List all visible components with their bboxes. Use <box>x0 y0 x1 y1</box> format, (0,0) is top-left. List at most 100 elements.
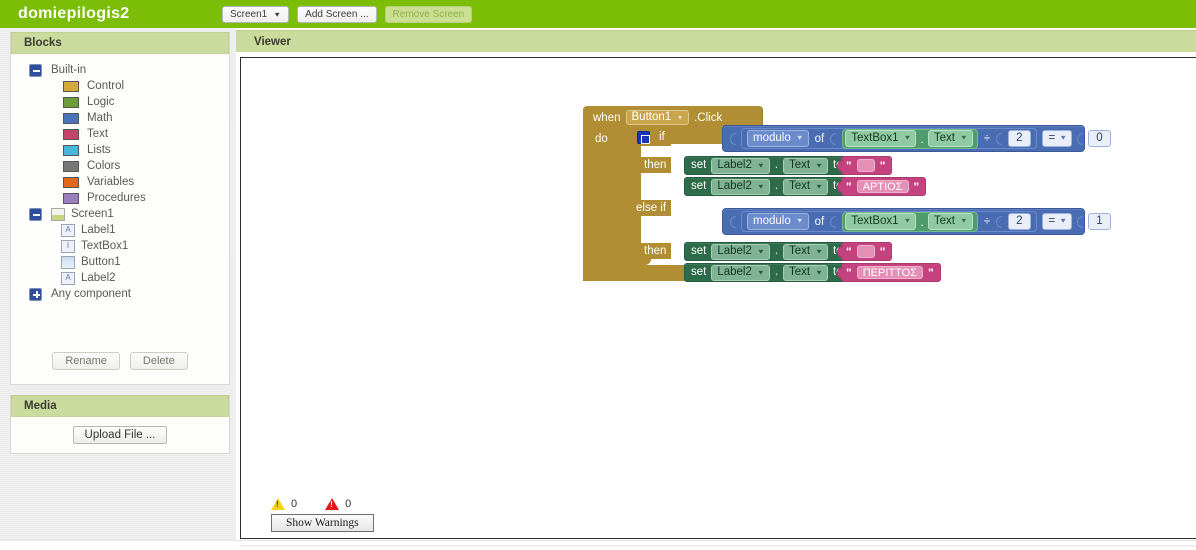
do-keyword: do <box>595 133 608 145</box>
text-value-field-4[interactable]: ΠΕΡΙΤΤΟΣ <box>856 266 923 279</box>
text-value-field-3[interactable] <box>856 245 875 258</box>
text-string-block-2[interactable]: " ΑΡΤΙΟΣ " <box>837 177 927 196</box>
blocks-panel: Blocks Built-in Control Logic Math Text <box>10 32 230 385</box>
getter-component-label-1: TextBox1 <box>851 132 899 144</box>
chevron-down-icon: ▼ <box>1059 217 1068 225</box>
dot-separator: . <box>920 131 924 146</box>
divisor-field-2[interactable]: 2 <box>1008 213 1031 230</box>
setter-component-dropdown-2[interactable]: Label2 ▼ <box>711 178 770 195</box>
tree-item-colors[interactable]: Colors <box>11 158 229 174</box>
blocks-canvas[interactable]: when Button1 ▼ .Click do if then else if <box>241 58 1196 538</box>
setter-property-dropdown-2[interactable]: Text ▼ <box>783 178 829 195</box>
tree-item-control[interactable]: Control <box>11 78 229 94</box>
tree-item-math[interactable]: Math <box>11 110 229 126</box>
text-value-field-2[interactable]: ΑΡΤΙΟΣ <box>856 180 909 193</box>
tree-item-text[interactable]: Text <box>11 126 229 142</box>
open-quote-icon: " <box>846 265 852 280</box>
set-label2-text-block-4[interactable]: set Label2 ▼ . Text ▼ to <box>684 263 847 282</box>
warning-count: 0 <box>291 498 298 510</box>
tree-item-builtin-label: Built-in <box>51 63 87 76</box>
set-label2-text-block-3[interactable]: set Label2 ▼ . Text ▼ to <box>684 242 847 261</box>
set-keyword: set <box>691 245 707 257</box>
tree-item-label1[interactable]: A Label1 <box>11 222 229 238</box>
delete-button[interactable]: Delete <box>129 352 188 370</box>
getter-property-dropdown-2[interactable]: Text ▼ <box>927 213 973 230</box>
expand-icon[interactable] <box>29 287 42 301</box>
tree-item-button1[interactable]: Button1 <box>11 254 229 270</box>
screen-selector-dropdown[interactable]: Screen1 ▼ <box>222 5 290 23</box>
add-screen-button[interactable]: Add Screen ... <box>297 5 377 23</box>
upload-file-button[interactable]: Upload File ... <box>72 426 168 444</box>
block-plug <box>830 215 837 228</box>
comparator-dropdown-1[interactable]: = ▼ <box>1041 130 1073 147</box>
set-label2-text-block-2[interactable]: set Label2 ▼ . Text ▼ to <box>684 177 847 196</box>
tree-item-any-component-label: Any component <box>51 287 131 300</box>
getter-component-dropdown-1[interactable]: TextBox1 ▼ <box>845 130 917 147</box>
condition-block-1[interactable]: modulo ▼ of TextBox1 ▼ . Text ▼ ÷ 2 = ▼ … <box>722 125 1111 152</box>
text-string-block-4[interactable]: " ΠΕΡΙΤΤΟΣ " <box>837 263 941 282</box>
getter-component-dropdown-2[interactable]: TextBox1 ▼ <box>845 213 917 230</box>
if-keyword: if <box>659 131 665 143</box>
set-label2-text-block-1[interactable]: set Label2 ▼ . Text ▼ to <box>684 156 847 175</box>
if-row[interactable]: if <box>633 128 671 146</box>
tree-item-screen1[interactable]: Screen1 <box>11 206 229 222</box>
compare-value-field-2[interactable]: 1 <box>1088 213 1111 230</box>
comparator-dropdown-2[interactable]: = ▼ <box>1041 213 1073 230</box>
tree-item-textbox1[interactable]: I TextBox1 <box>11 238 229 254</box>
getter-property-dropdown-1[interactable]: Text ▼ <box>927 130 973 147</box>
control-color-swatch <box>63 80 79 92</box>
variables-color-swatch <box>63 176 79 188</box>
divisor-field-1[interactable]: 2 <box>1008 130 1031 147</box>
error-counter: 0 <box>325 498 351 510</box>
text-value-field-1[interactable] <box>856 159 875 172</box>
condition-block-2[interactable]: modulo ▼ of TextBox1 ▼ . Text ▼ ÷ 2 = ▼ … <box>722 208 1111 235</box>
tree-item-screen1-label: Screen1 <box>71 207 114 220</box>
setter-component-dropdown-4[interactable]: Label2 ▼ <box>711 264 770 281</box>
blocks-panel-title: Blocks <box>11 32 229 54</box>
chevron-down-icon: ▼ <box>815 182 824 190</box>
else-if-keyword: else if <box>633 200 672 216</box>
tree-item-label2-label: Label2 <box>81 271 116 284</box>
tree-item-variables[interactable]: Variables <box>11 174 229 190</box>
setter-property-dropdown-4[interactable]: Text ▼ <box>783 264 829 281</box>
tree-item-builtin[interactable]: Built-in <box>11 62 229 78</box>
tree-item-lists[interactable]: Lists <box>11 142 229 158</box>
tree-item-colors-label: Colors <box>87 159 121 172</box>
math-operator-label-2: modulo <box>753 215 791 227</box>
remove-screen-button[interactable]: Remove Screen <box>384 5 473 23</box>
tree-item-any-component[interactable]: Any component <box>11 286 229 302</box>
tree-item-label2[interactable]: A Label2 <box>11 270 229 286</box>
setter-property-dropdown-1[interactable]: Text ▼ <box>783 157 829 174</box>
math-operator-dropdown-1[interactable]: modulo ▼ <box>747 130 809 147</box>
then-keyword-2: then <box>641 243 672 259</box>
tree-item-logic[interactable]: Logic <box>11 94 229 110</box>
blocks-viewer[interactable]: when Button1 ▼ .Click do if then else if <box>240 57 1196 539</box>
rename-button[interactable]: Rename <box>52 352 120 370</box>
math-operator-dropdown-2[interactable]: modulo ▼ <box>747 213 809 230</box>
tree-item-math-label: Math <box>87 111 113 124</box>
collapse-icon[interactable] <box>29 63 42 77</box>
tree-item-procedures[interactable]: Procedures <box>11 190 229 206</box>
setter-property-dropdown-3[interactable]: Text ▼ <box>783 243 829 260</box>
getter-block-1[interactable]: TextBox1 ▼ . Text ▼ <box>842 128 978 149</box>
show-warnings-button[interactable]: Show Warnings <box>271 514 374 532</box>
getter-block-2[interactable]: TextBox1 ▼ . Text ▼ <box>842 211 978 232</box>
modulo-expression-2[interactable]: modulo ▼ of TextBox1 ▼ . Text ▼ ÷ 2 <box>741 211 1037 232</box>
compare-value-field-1[interactable]: 0 <box>1088 130 1111 147</box>
setter-component-dropdown-3[interactable]: Label2 ▼ <box>711 243 770 260</box>
chevron-down-icon: ▼ <box>756 268 765 276</box>
math-color-swatch <box>63 112 79 124</box>
event-component-dropdown[interactable]: Button1 ▼ <box>625 110 690 125</box>
modulo-expression-1[interactable]: modulo ▼ of TextBox1 ▼ . Text ▼ ÷ 2 <box>741 128 1037 149</box>
setter-component-dropdown-1[interactable]: Label2 ▼ <box>711 157 770 174</box>
chevron-down-icon: ▼ <box>815 268 824 276</box>
text-string-block-1[interactable]: " " <box>837 156 893 175</box>
mutator-icon[interactable] <box>637 131 650 144</box>
button-icon <box>61 255 75 269</box>
close-quote-icon: " <box>879 244 886 259</box>
block-plug <box>837 246 843 258</box>
block-plug <box>730 215 736 228</box>
dot-separator: . <box>774 159 779 171</box>
text-string-block-3[interactable]: " " <box>837 242 893 261</box>
collapse-icon[interactable] <box>29 207 42 221</box>
